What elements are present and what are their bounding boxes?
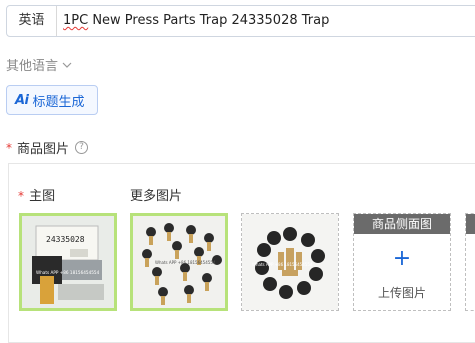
main-image-photo: 24335028 Whats APP +86 18156454554: [22, 216, 114, 308]
chevron-down-icon: [62, 62, 72, 68]
upload-image-label: 上传图片: [377, 286, 426, 300]
more-image-photo-1: Whats APP +86 18156454554: [133, 216, 225, 308]
title-text-value[interactable]: 1PC New Press Parts Trap 24335028 Trap: [63, 6, 329, 36]
more-image-thumbnail-2[interactable]: Whats APP +86 18156454554: [241, 213, 339, 311]
next-slot-header: [466, 214, 475, 234]
side-image-upload[interactable]: 商品侧面图 + 上传图片: [353, 213, 451, 311]
language-prefix: 英语: [7, 6, 57, 36]
spellcheck-word: 1PC: [63, 13, 89, 28]
plus-icon: +: [392, 246, 412, 271]
ai-title-generate-button[interactable]: Ai 标题生成: [6, 85, 98, 115]
other-languages-toggle[interactable]: 其他语言: [6, 55, 72, 74]
product-images-heading: * 商品图片 ?: [6, 138, 89, 157]
required-mark: *: [6, 140, 12, 155]
side-image-header: 商品侧面图: [354, 214, 450, 234]
more-image-thumbnail-1[interactable]: Whats APP +86 18156454554: [130, 213, 228, 311]
main-image-thumbnail[interactable]: 24335028 Whats APP +86 18156454554: [19, 213, 117, 311]
product-title-input[interactable]: 英语 1PC New Press Parts Trap 24335028 Tra…: [6, 5, 475, 37]
watermark-text: Whats APP +86 18156454554: [36, 270, 100, 275]
more-images-label: 更多图片: [130, 189, 183, 204]
next-image-slot[interactable]: [465, 213, 475, 311]
main-image-label: * 主图: [18, 185, 55, 204]
required-mark: *: [18, 189, 24, 203]
ai-button-label: 标题生成: [32, 94, 85, 110]
main-image-label-text: 主图: [29, 189, 56, 204]
title-text-rest: New Press Parts Trap 24335028 Trap: [88, 13, 330, 28]
other-languages-label: 其他语言: [6, 59, 59, 74]
part-sticker-text: 24335028: [46, 235, 85, 244]
more-image-photo-2: Whats APP +86 18156454554: [242, 214, 338, 310]
watermark-text: Whats APP +86 18156454554: [155, 260, 216, 265]
product-images-label: 商品图片: [17, 142, 70, 157]
watermark-text: Whats APP +86 18156454554: [252, 262, 313, 267]
help-icon[interactable]: ?: [75, 141, 89, 154]
ai-icon: Ai: [15, 92, 29, 108]
